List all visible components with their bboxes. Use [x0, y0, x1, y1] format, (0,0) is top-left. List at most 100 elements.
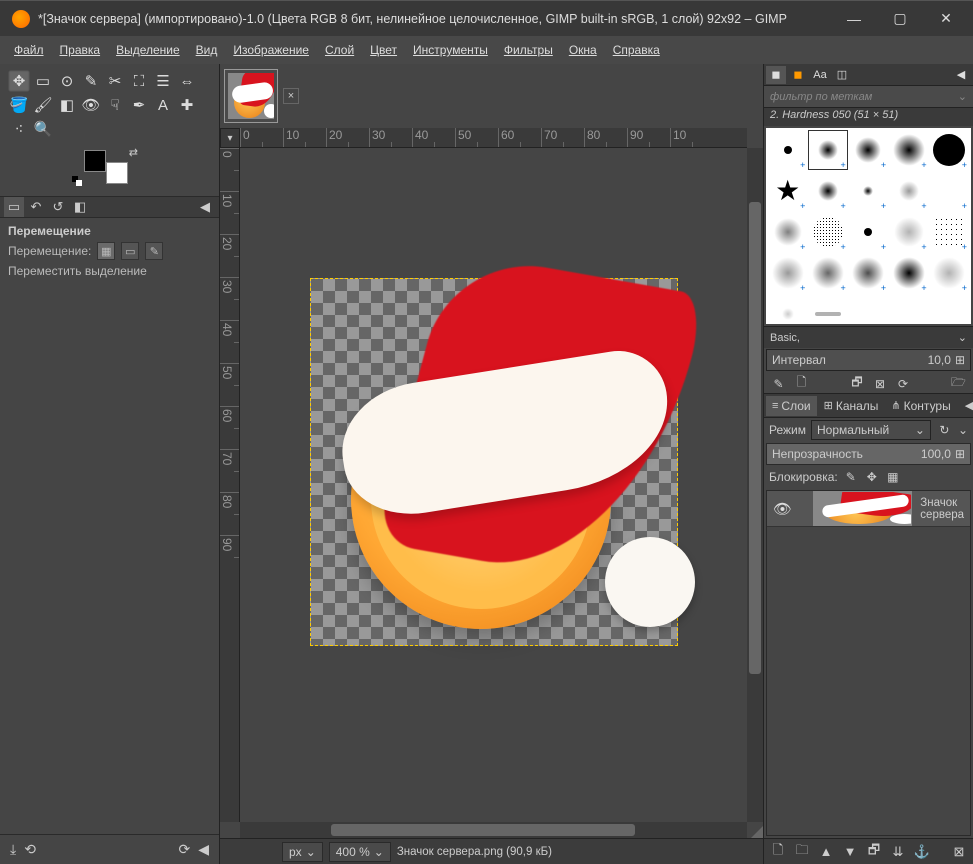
clone-tool[interactable]: 👁	[80, 94, 102, 116]
layers-tab[interactable]: ≡Слои	[766, 396, 817, 416]
open-brush-as-image-icon[interactable]: 🗁	[950, 375, 967, 392]
blend-mode-reset-icon[interactable]: ↻	[936, 422, 953, 439]
image-canvas[interactable]	[310, 278, 678, 646]
document-history-tab-icon[interactable]: ◫	[832, 66, 852, 84]
brush-filter-input[interactable]: фильтр по меткам	[764, 86, 973, 108]
lock-alpha-icon[interactable]: ▦	[885, 469, 901, 485]
delete-layer-icon[interactable]: ⊠	[950, 843, 968, 861]
menu-select[interactable]: Выделение	[110, 39, 186, 61]
delete-brush-icon[interactable]: ⊠	[872, 375, 889, 392]
undo-history-tab[interactable]: ↺	[48, 197, 68, 217]
menu-color[interactable]: Цвет	[364, 39, 403, 61]
move-layer-icon[interactable]: ▦	[97, 242, 115, 260]
layer-thumbnail[interactable]	[813, 491, 912, 526]
brush-grid[interactable]: ★	[766, 128, 971, 324]
minimize-button[interactable]: —	[831, 1, 877, 37]
images-tab[interactable]: ◧	[70, 197, 90, 217]
close-button[interactable]: ✕	[923, 1, 969, 37]
swap-colors-icon[interactable]: ⇄	[129, 146, 138, 159]
duplicate-layer-icon[interactable]: 🗗	[865, 843, 883, 861]
brush-spacing-slider[interactable]: Интервал10,0⊞	[766, 349, 971, 371]
eraser-tool[interactable]: ◧	[56, 94, 78, 116]
image-tab[interactable]	[224, 69, 278, 123]
menu-tools[interactable]: Инструменты	[407, 39, 494, 61]
menu-edit[interactable]: Правка	[54, 39, 107, 61]
ruler-horizontal[interactable]: 010 2030 4050 6070 8090 10	[240, 128, 747, 148]
menu-image[interactable]: Изображение	[227, 39, 315, 61]
layers-list[interactable]: 👁 Значок сервера	[766, 490, 971, 836]
unit-selector[interactable]: px⌄	[282, 842, 323, 862]
color-swatch[interactable]: ⇄	[84, 150, 128, 184]
rect-select-tool[interactable]: ▭	[32, 70, 54, 92]
save-preset-icon[interactable]: ⤓	[10, 841, 16, 858]
move-path-icon[interactable]: ✎	[145, 242, 163, 260]
anchor-layer-icon[interactable]: ⚓	[913, 843, 931, 861]
menu-help[interactable]: Справка	[607, 39, 666, 61]
edit-brush-icon[interactable]: ✎	[770, 375, 787, 392]
path-tool[interactable]: ✒	[128, 94, 150, 116]
move-tool[interactable]: ✥	[8, 70, 30, 92]
dock-menu-icon[interactable]: ◀	[195, 197, 215, 217]
blend-mode-select[interactable]: Нормальный	[811, 420, 931, 440]
visibility-toggle-icon[interactable]: 👁	[773, 500, 792, 518]
menu-file[interactable]: Файл	[8, 39, 50, 61]
bucket-fill-tool[interactable]: 🪣	[8, 94, 30, 116]
patterns-tab-icon[interactable]: ◼	[788, 66, 808, 84]
lock-position-icon[interactable]: ✥	[864, 469, 880, 485]
layer-name[interactable]: Значок сервера	[920, 497, 964, 521]
move-selection-icon[interactable]: ▭	[121, 242, 139, 260]
brush-dock-menu-icon[interactable]: ◀	[951, 66, 971, 84]
canvas-viewport[interactable]	[240, 148, 747, 822]
foreground-color[interactable]	[84, 150, 106, 172]
flip-tool[interactable]: ⇔	[176, 70, 198, 92]
refresh-brush-icon[interactable]: ⟳	[895, 375, 912, 392]
menu-layer[interactable]: Слой	[319, 39, 360, 61]
ruler-corner[interactable]: ▾	[220, 128, 240, 148]
warp-tool[interactable]: ☰	[152, 70, 174, 92]
opacity-slider[interactable]: Непрозрачность100,0⊞	[766, 443, 971, 465]
layer-row[interactable]: 👁 Значок сервера	[767, 491, 970, 527]
color-picker-tool[interactable]: ⁖	[8, 118, 30, 140]
tool-options-tab[interactable]: ▭	[4, 197, 24, 217]
new-layer-icon[interactable]: 🗋	[769, 843, 787, 861]
raise-layer-icon[interactable]: ▲	[817, 843, 835, 861]
duplicate-brush-icon[interactable]: 🗗	[849, 375, 866, 392]
new-brush-icon[interactable]: 🗋	[793, 375, 810, 392]
smudge-tool[interactable]: ☟	[104, 94, 126, 116]
lower-layer-icon[interactable]: ▼	[841, 843, 859, 861]
new-group-icon[interactable]: 🗀	[793, 843, 811, 861]
merge-down-icon[interactable]: ⇊	[889, 843, 907, 861]
layer-dock-menu-icon[interactable]: ◀	[959, 396, 973, 415]
fuzzy-select-tool[interactable]: ✎	[80, 70, 102, 92]
text-tool[interactable]: A	[152, 94, 174, 116]
zoom-tool[interactable]: 🔍	[32, 118, 54, 140]
paintbrush-tool[interactable]: 🖌	[32, 94, 54, 116]
brushes-tab-icon[interactable]: ◼	[766, 66, 786, 84]
horizontal-scrollbar[interactable]	[240, 822, 747, 838]
reset-preset-icon[interactable]: ⟳	[178, 841, 190, 858]
paths-tab[interactable]: ⋔Контуры	[885, 396, 956, 416]
brush-preset-selector[interactable]: Basic,	[764, 326, 973, 348]
navigation-icon[interactable]	[751, 826, 763, 838]
heal-tool[interactable]: ✚	[176, 94, 198, 116]
device-status-tab[interactable]: ↶	[26, 197, 46, 217]
menu-view[interactable]: Вид	[190, 39, 224, 61]
zoom-selector[interactable]: 400 %⌄	[329, 842, 391, 862]
crop-tool[interactable]: ✂	[104, 70, 126, 92]
move-hint-label: Переместить выделение	[8, 264, 147, 278]
maximize-button[interactable]: ▢	[877, 1, 923, 37]
vertical-scrollbar[interactable]	[747, 148, 763, 822]
restore-preset-icon[interactable]: ⟲	[24, 841, 36, 858]
menu-windows[interactable]: Окна	[563, 39, 603, 61]
image-tab-close[interactable]: ×	[283, 88, 299, 104]
delete-preset-icon[interactable]: ◀	[198, 841, 209, 858]
reset-colors-icon[interactable]	[72, 176, 82, 186]
menu-filters[interactable]: Фильтры	[498, 39, 559, 61]
fonts-tab-icon[interactable]: Aa	[810, 66, 830, 84]
free-select-tool[interactable]: ⊙	[56, 70, 78, 92]
background-color[interactable]	[106, 162, 128, 184]
ruler-vertical[interactable]: 010 2030 4050 6070 8090	[220, 148, 240, 822]
lock-pixels-icon[interactable]: ✎	[843, 469, 859, 485]
channels-tab[interactable]: ⊞Каналы	[818, 396, 885, 416]
transform-tool[interactable]: ⛶	[128, 70, 150, 92]
